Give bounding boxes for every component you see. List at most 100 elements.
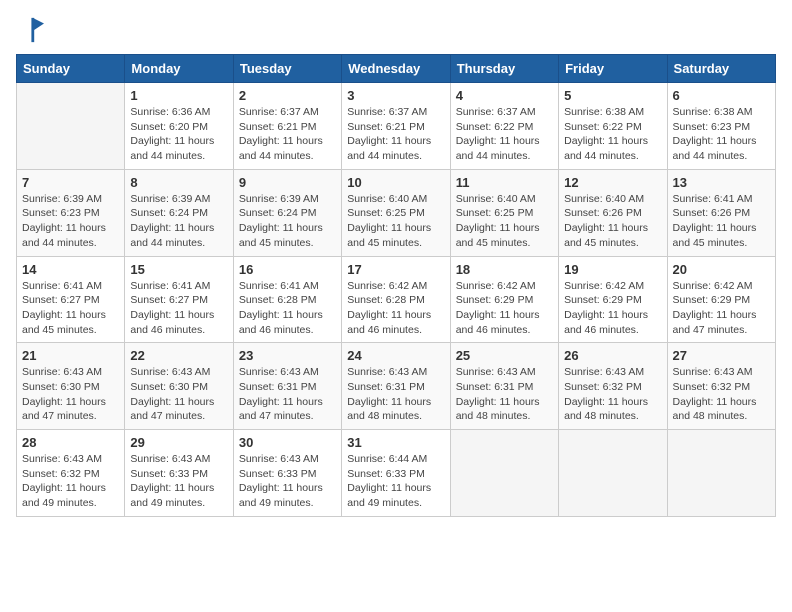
day-number: 1 [130,88,227,103]
day-info: Sunrise: 6:42 AMSunset: 6:29 PMDaylight:… [456,279,553,338]
calendar-cell: 14 Sunrise: 6:41 AMSunset: 6:27 PMDayligh… [17,256,125,343]
calendar-cell [17,83,125,170]
calendar-cell: 23 Sunrise: 6:43 AMSunset: 6:31 PMDayligh… [233,343,341,430]
day-number: 2 [239,88,336,103]
calendar-cell: 7 Sunrise: 6:39 AMSunset: 6:23 PMDaylight… [17,169,125,256]
day-info: Sunrise: 6:43 AMSunset: 6:33 PMDaylight:… [239,452,336,511]
calendar-cell: 8Sunrise: 6:39 AMSunset: 6:24 PMDaylight… [125,169,233,256]
day-info: Sunrise: 6:37 AMSunset: 6:22 PMDaylight:… [456,105,553,164]
day-info: Sunrise: 6:38 AMSunset: 6:23 PMDaylight:… [673,105,770,164]
day-info: Sunrise: 6:42 AMSunset: 6:29 PMDaylight:… [673,279,770,338]
day-number: 12 [564,175,661,190]
day-info: Sunrise: 6:41 AMSunset: 6:26 PMDaylight:… [673,192,770,251]
day-number: 13 [673,175,770,190]
day-number: 14 [22,262,119,277]
day-info: Sunrise: 6:40 AMSunset: 6:25 PMDaylight:… [456,192,553,251]
header-day-wednesday: Wednesday [342,55,450,83]
calendar-cell: 26 Sunrise: 6:43 AMSunset: 6:32 PMDayligh… [559,343,667,430]
calendar-cell: 21Sunrise: 6:43 AMSunset: 6:30 PMDayligh… [17,343,125,430]
day-info: Sunrise: 6:41 AMSunset: 6:28 PMDaylight:… [239,279,336,338]
calendar-cell [559,430,667,517]
day-number: 26 [564,348,661,363]
day-info: Sunrise: 6:39 AMSunset: 6:24 PMDaylight:… [239,192,336,251]
day-info: Sunrise: 6:43 AMSunset: 6:31 PMDaylight:… [239,365,336,424]
day-info: Sunrise: 6:42 AMSunset: 6:29 PMDaylight:… [564,279,661,338]
day-number: 22 [130,348,227,363]
calendar-cell: 3Sunrise: 6:37 AMSunset: 6:21 PMDaylight… [342,83,450,170]
day-number: 20 [673,262,770,277]
page-header [16,16,776,44]
day-number: 30 [239,435,336,450]
header-day-sunday: Sunday [17,55,125,83]
day-info: Sunrise: 6:43 AMSunset: 6:32 PMDaylight:… [564,365,661,424]
day-number: 7 [22,175,119,190]
day-number: 3 [347,88,444,103]
day-info: Sunrise: 6:43 AMSunset: 6:31 PMDaylight:… [456,365,553,424]
day-info: Sunrise: 6:43 AMSunset: 6:33 PMDaylight:… [130,452,227,511]
calendar-week-row: 1 Sunrise: 6:36 AMSunset: 6:20 PMDaylight… [17,83,776,170]
calendar-cell: 9 Sunrise: 6:39 AMSunset: 6:24 PMDaylight… [233,169,341,256]
day-number: 21 [22,348,119,363]
day-number: 4 [456,88,553,103]
calendar-cell: 31Sunrise: 6:44 AMSunset: 6:33 PMDayligh… [342,430,450,517]
calendar-cell [667,430,775,517]
day-info: Sunrise: 6:42 AMSunset: 6:28 PMDaylight:… [347,279,444,338]
day-info: Sunrise: 6:39 AMSunset: 6:24 PMDaylight:… [130,192,227,251]
day-info: Sunrise: 6:36 AMSunset: 6:20 PMDaylight:… [130,105,227,164]
calendar-cell: 16 Sunrise: 6:41 AMSunset: 6:28 PMDayligh… [233,256,341,343]
day-info: Sunrise: 6:43 AMSunset: 6:32 PMDaylight:… [673,365,770,424]
day-number: 28 [22,435,119,450]
calendar-cell: 5 Sunrise: 6:38 AMSunset: 6:22 PMDaylight… [559,83,667,170]
header-day-friday: Friday [559,55,667,83]
day-number: 9 [239,175,336,190]
day-info: Sunrise: 6:41 AMSunset: 6:27 PMDaylight:… [130,279,227,338]
day-info: Sunrise: 6:41 AMSunset: 6:27 PMDaylight:… [22,279,119,338]
calendar-cell: 18 Sunrise: 6:42 AMSunset: 6:29 PMDayligh… [450,256,558,343]
day-info: Sunrise: 6:37 AMSunset: 6:21 PMDaylight:… [239,105,336,164]
calendar-cell: 6Sunrise: 6:38 AMSunset: 6:23 PMDaylight… [667,83,775,170]
calendar-cell [450,430,558,517]
calendar-week-row: 7 Sunrise: 6:39 AMSunset: 6:23 PMDaylight… [17,169,776,256]
calendar-cell: 1 Sunrise: 6:36 AMSunset: 6:20 PMDaylight… [125,83,233,170]
day-info: Sunrise: 6:44 AMSunset: 6:33 PMDaylight:… [347,452,444,511]
calendar-cell: 19Sunrise: 6:42 AMSunset: 6:29 PMDayligh… [559,256,667,343]
header-day-thursday: Thursday [450,55,558,83]
calendar-cell: 13 Sunrise: 6:41 AMSunset: 6:26 PMDayligh… [667,169,775,256]
calendar-week-row: 14 Sunrise: 6:41 AMSunset: 6:27 PMDayligh… [17,256,776,343]
day-number: 5 [564,88,661,103]
day-info: Sunrise: 6:40 AMSunset: 6:26 PMDaylight:… [564,192,661,251]
day-number: 18 [456,262,553,277]
calendar-cell: 2 Sunrise: 6:37 AMSunset: 6:21 PMDaylight… [233,83,341,170]
day-info: Sunrise: 6:43 AMSunset: 6:31 PMDaylight:… [347,365,444,424]
calendar-cell: 29 Sunrise: 6:43 AMSunset: 6:33 PMDayligh… [125,430,233,517]
calendar-week-row: 28 Sunrise: 6:43 AMSunset: 6:32 PMDayligh… [17,430,776,517]
calendar-cell: 28 Sunrise: 6:43 AMSunset: 6:32 PMDayligh… [17,430,125,517]
day-number: 29 [130,435,227,450]
day-info: Sunrise: 6:43 AMSunset: 6:30 PMDaylight:… [130,365,227,424]
calendar-cell: 25 Sunrise: 6:43 AMSunset: 6:31 PMDayligh… [450,343,558,430]
calendar-cell: 22 Sunrise: 6:43 AMSunset: 6:30 PMDayligh… [125,343,233,430]
day-info: Sunrise: 6:40 AMSunset: 6:25 PMDaylight:… [347,192,444,251]
header-day-tuesday: Tuesday [233,55,341,83]
logo-icon [16,16,44,44]
day-number: 25 [456,348,553,363]
day-number: 23 [239,348,336,363]
calendar-cell: 12 Sunrise: 6:40 AMSunset: 6:26 PMDayligh… [559,169,667,256]
calendar-cell: 11 Sunrise: 6:40 AMSunset: 6:25 PMDayligh… [450,169,558,256]
calendar-cell: 15Sunrise: 6:41 AMSunset: 6:27 PMDayligh… [125,256,233,343]
calendar-week-row: 21 Sunrise: 6:43 AMSunset: 6:30 PMDayligh… [17,343,776,430]
day-number: 17 [347,262,444,277]
day-info: Sunrise: 6:43 AMSunset: 6:32 PMDaylight:… [22,452,119,511]
calendar-cell: 27Sunrise: 6:43 AMSunset: 6:32 PMDayligh… [667,343,775,430]
day-info: Sunrise: 6:38 AMSunset: 6:22 PMDaylight:… [564,105,661,164]
day-number: 16 [239,262,336,277]
day-number: 10 [347,175,444,190]
calendar-cell: 17 Sunrise: 6:42 AMSunset: 6:28 PMDayligh… [342,256,450,343]
calendar-cell: 10 Sunrise: 6:40 AMSunset: 6:25 PMDayligh… [342,169,450,256]
header-day-saturday: Saturday [667,55,775,83]
calendar-table: SundayMondayTuesdayWednesdayThursdayFrid… [16,54,776,517]
day-number: 11 [456,175,553,190]
calendar-cell: 4 Sunrise: 6:37 AMSunset: 6:22 PMDaylight… [450,83,558,170]
day-info: Sunrise: 6:39 AMSunset: 6:23 PMDaylight:… [22,192,119,251]
day-number: 24 [347,348,444,363]
